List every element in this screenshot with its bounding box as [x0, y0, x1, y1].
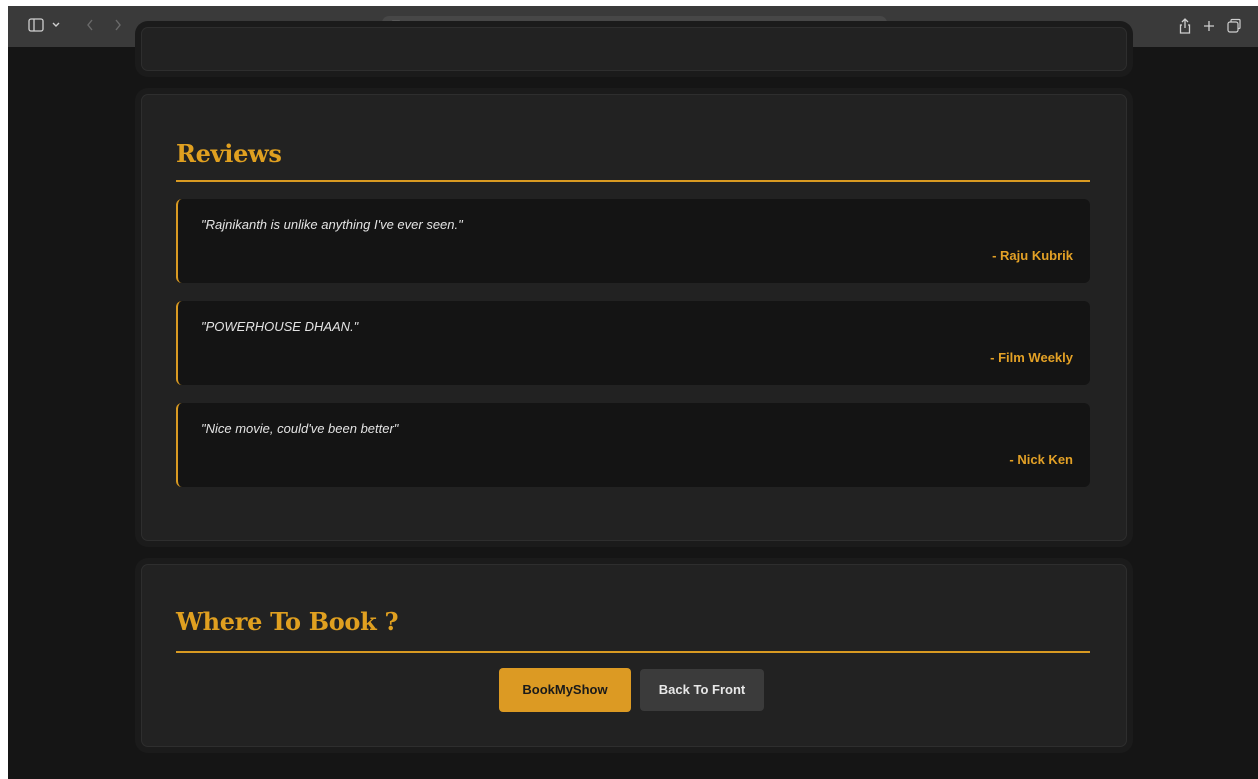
- review-author: - Nick Ken: [1009, 452, 1073, 467]
- chevron-down-icon[interactable]: [52, 18, 60, 34]
- page-content: Reviews "Rajnikanth is unlike anything I…: [8, 27, 1258, 779]
- booking-title-divider: [176, 651, 1090, 653]
- back-to-front-button[interactable]: Back To Front: [640, 669, 764, 711]
- reviews-title-divider: [176, 180, 1090, 182]
- forward-arrow-icon[interactable]: [114, 18, 122, 34]
- review-author: - Raju Kubrik: [992, 248, 1073, 263]
- new-tab-icon[interactable]: [1203, 18, 1215, 34]
- review-quote: "POWERHOUSE DHAAN.": [201, 319, 359, 334]
- sidebar-icon[interactable]: [28, 18, 44, 34]
- bookmyshow-button[interactable]: BookMyShow: [499, 668, 631, 712]
- tabs-overview-icon[interactable]: [1227, 18, 1241, 34]
- share-icon[interactable]: [1179, 18, 1191, 34]
- reviews-title: Reviews: [176, 139, 282, 168]
- review-author: - Film Weekly: [990, 350, 1073, 365]
- reviews-section: Reviews "Rajnikanth is unlike anything I…: [141, 94, 1127, 541]
- review-card: "POWERHOUSE DHAAN." - Film Weekly: [176, 301, 1090, 385]
- review-card: "Nice movie, could've been better" - Nic…: [176, 403, 1090, 487]
- review-quote: "Rajnikanth is unlike anything I've ever…: [201, 217, 463, 232]
- browser-window: 127.0.0.1 Reviews "Rajnikanth is unlike …: [8, 6, 1258, 779]
- previous-section-card: [141, 27, 1127, 71]
- back-arrow-icon[interactable]: [86, 18, 94, 34]
- review-card: "Rajnikanth is unlike anything I've ever…: [176, 199, 1090, 283]
- booking-section: Where To Book ? BookMyShow Back To Front: [141, 564, 1127, 747]
- review-quote: "Nice movie, could've been better": [201, 421, 399, 436]
- booking-title: Where To Book ?: [176, 607, 399, 636]
